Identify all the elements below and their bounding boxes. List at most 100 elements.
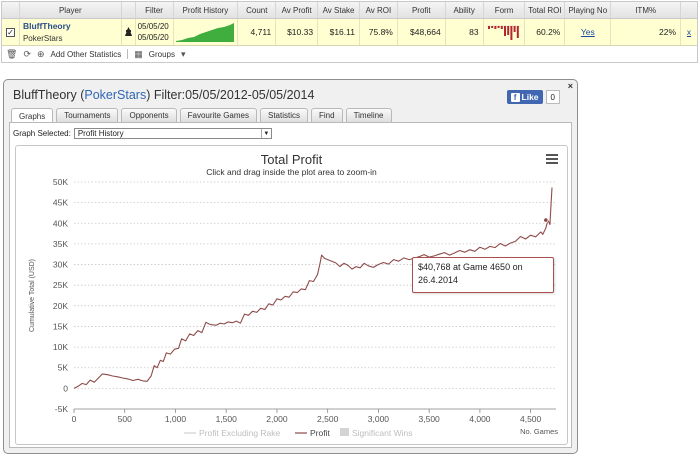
- tab-statistics[interactable]: Statistics: [259, 108, 308, 122]
- remove-row-link[interactable]: x: [687, 27, 691, 37]
- header-filter[interactable]: Filter: [136, 2, 174, 18]
- y-tick-label: 15K: [53, 321, 68, 331]
- itm-value: 22%: [611, 19, 682, 45]
- x-tick-label: 1,500: [216, 414, 238, 424]
- row-checkbox[interactable]: ✓: [5, 27, 15, 37]
- x-tick-label: 2,000: [266, 414, 288, 424]
- x-tick-label: 4,500: [520, 414, 542, 424]
- total-profit-chart[interactable]: Total ProfitClick and drag inside the pl…: [16, 146, 567, 444]
- chevron-down-icon[interactable]: ▾: [181, 49, 186, 60]
- filter-from: 05/05/20: [137, 22, 169, 31]
- y-tick-label: 10K: [53, 342, 68, 352]
- x-tick-label: 3,500: [419, 414, 441, 424]
- profit-value: $48,664: [398, 19, 446, 45]
- header-av-profit[interactable]: Av Profit: [276, 2, 319, 18]
- header-profit[interactable]: Profit: [398, 2, 446, 18]
- tab-tournaments[interactable]: Tournaments: [56, 108, 119, 122]
- facebook-like-label: Like: [521, 92, 539, 102]
- chart-tooltip: $40,768 at Game 4650 on 26.4.2014: [412, 257, 554, 293]
- title-filter: Filter:05/05/2012-05/05/2014: [153, 88, 315, 102]
- groups-icon: ▦: [134, 48, 143, 59]
- playing-no-cell: Yes: [565, 19, 612, 45]
- header-player[interactable]: Player: [20, 2, 122, 18]
- x-tick-label: 4,000: [469, 414, 491, 424]
- player-site: PokerStars: [22, 34, 63, 43]
- graph-selector: Graph Selected: Profit History ▼: [13, 128, 272, 139]
- chevron-down-icon: ▼: [260, 129, 271, 138]
- player-graph-window: × BluffTheory (PokerStars) Filter:05/05/…: [3, 79, 578, 454]
- header-ability[interactable]: Ability: [446, 2, 484, 18]
- legend-swatch-significant-wins: [340, 428, 349, 436]
- y-tick-label: 0: [63, 383, 68, 393]
- title-player: BluffTheory: [13, 88, 77, 102]
- tab-favourite-games[interactable]: Favourite Games: [179, 108, 257, 122]
- header-remove: [681, 2, 697, 18]
- av-stake-value: $16.11: [318, 19, 360, 45]
- add-other-statistics-button[interactable]: Add Other Statistics: [51, 50, 122, 59]
- facebook-icon: f: [510, 92, 520, 102]
- title-site-link[interactable]: PokerStars: [84, 88, 146, 102]
- tab-find[interactable]: Find: [311, 108, 343, 122]
- form-bar: [513, 26, 516, 32]
- tab-opponents[interactable]: Opponents: [121, 108, 177, 122]
- header-av-stake[interactable]: Av Stake: [318, 2, 360, 18]
- playing-no-link[interactable]: Yes: [581, 27, 595, 37]
- refresh-icon[interactable]: ⟳: [23, 49, 31, 60]
- y-tick-label: 45K: [53, 198, 68, 208]
- toolbar-divider: [127, 49, 129, 59]
- facebook-like-button[interactable]: f Like: [506, 90, 543, 104]
- graphs-panel: Graph Selected: Profit History ▼ Total P…: [9, 122, 572, 448]
- form-bar: [494, 26, 497, 29]
- chart-container[interactable]: Total Profit Click and drag inside the pl…: [15, 145, 568, 445]
- trash-icon[interactable]: 🗑: [6, 49, 17, 60]
- ability-value: 83: [446, 19, 484, 45]
- x-tick-label: 2,500: [317, 414, 339, 424]
- x-tick-label: 3,000: [368, 414, 390, 424]
- stats-table: Player Filter Profit History Count Av Pr…: [1, 1, 698, 63]
- legend-item-profit-excluding-rake: Profit Excluding Rake: [199, 428, 281, 438]
- player-name[interactable]: BluffTheory: [23, 21, 71, 31]
- header-playing-no[interactable]: Playing No: [565, 2, 612, 18]
- y-tick-label: -5K: [55, 404, 69, 414]
- table-row: ✓ BluffTheory PokerStars 05/05/20 05/05/…: [2, 19, 697, 46]
- av-profit-value: $10.33: [276, 19, 319, 45]
- window-title: BluffTheory (PokerStars) Filter:05/05/20…: [13, 88, 314, 102]
- header-form[interactable]: Form: [484, 2, 526, 18]
- x-tick-label: 500: [118, 414, 132, 424]
- header-count[interactable]: Count: [238, 2, 277, 18]
- form-bar: [500, 26, 503, 29]
- chart-menu-icon[interactable]: [546, 154, 558, 164]
- graph-selected-label: Graph Selected:: [13, 129, 71, 138]
- profit-history-sparkline[interactable]: [176, 22, 235, 42]
- window-tabs: Graphs Tournaments Opponents Favourite G…: [11, 108, 392, 123]
- form-bar: [497, 26, 500, 28]
- tab-graphs[interactable]: Graphs: [11, 108, 54, 123]
- tab-timeline[interactable]: Timeline: [345, 108, 392, 122]
- y-tick-label: 25K: [53, 280, 68, 290]
- x-tick-label: 1,000: [165, 414, 187, 424]
- header-itm[interactable]: ITM%: [611, 2, 682, 18]
- title-paren-close: ): [146, 88, 151, 102]
- form-chart: [487, 25, 522, 40]
- form-cell: [484, 19, 526, 45]
- header-spacer: [122, 2, 136, 18]
- close-icon[interactable]: ×: [568, 81, 573, 91]
- graph-select-dropdown[interactable]: Profit History ▼: [73, 128, 272, 139]
- y-axis-label: Cumulative Total (USD): [29, 259, 36, 332]
- header-av-roi[interactable]: Av ROI: [360, 2, 398, 18]
- header-select: [2, 2, 20, 18]
- y-tick-label: 35K: [53, 239, 68, 249]
- facebook-like-widget: f Like 0: [506, 90, 560, 104]
- graph-select-value: Profit History: [77, 129, 124, 138]
- header-profit-history[interactable]: Profit History: [174, 2, 239, 18]
- total-roi-value: 60.2%: [525, 19, 566, 45]
- form-bar: [507, 26, 510, 35]
- chart-title: Total Profit: [261, 152, 323, 167]
- form-bar: [491, 26, 494, 28]
- player-type-cell: [122, 19, 136, 45]
- x-axis-label: No. Games: [520, 427, 558, 436]
- groups-button[interactable]: Groups: [149, 50, 175, 59]
- header-total-roi[interactable]: Total ROI: [525, 2, 566, 18]
- add-icon[interactable]: ⊕: [37, 49, 45, 60]
- filter-to: 05/05/20: [137, 33, 169, 42]
